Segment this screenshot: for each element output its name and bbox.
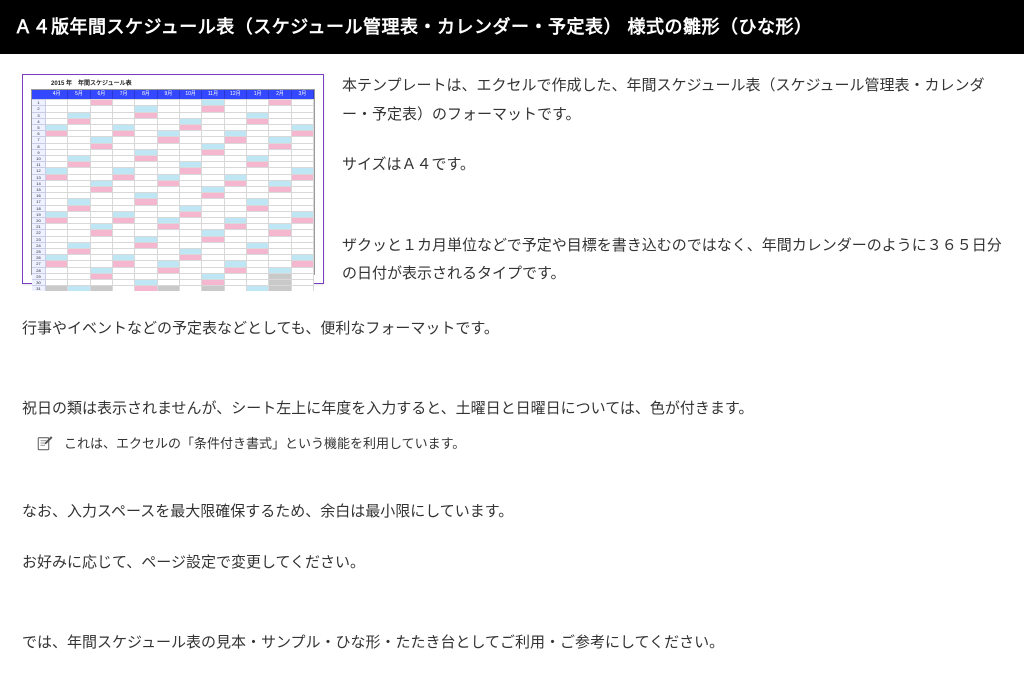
note-icon <box>36 434 54 452</box>
template-thumbnail[interactable]: 2015 年 年間スケジュール表 4月5月6月7月8月9月10月11月12月1月… <box>22 74 324 284</box>
page-title-bar: Ａ４版年間スケジュール表（スケジュール管理表・カレンダー・予定表） 様式の雛形（… <box>0 0 1024 54</box>
page-title: Ａ４版年間スケジュール表（スケジュール管理表・カレンダー・予定表） 様式の雛形（… <box>14 17 812 37</box>
paragraph: 祝日の類は表示されませんが、シート左上に年度を入力すると、土曜日と日曜日について… <box>22 395 1002 424</box>
paragraph: お好みに応じて、ページ設定で変更してください。 <box>22 549 1002 578</box>
paragraph: では、年間スケジュール表の見本・サンプル・ひな形・たたき台としてご利用・ご参考に… <box>22 629 1002 658</box>
thumbnail-calendar-grid: 4月5月6月7月8月9月10月11月12月1月2月3月1234567891011… <box>31 89 315 275</box>
inline-note: これは、エクセルの「条件付き書式」という機能を利用しています。 <box>36 432 1002 457</box>
paragraph: なお、入力スペースを最大限確保するため、余白は最小限にしています。 <box>22 498 1002 527</box>
note-text: これは、エクセルの「条件付き書式」という機能を利用しています。 <box>64 432 465 457</box>
article-body: 2015 年 年間スケジュール表 4月5月6月7月8月9月10月11月12月1月… <box>0 54 1024 688</box>
paragraph: 行事やイベントなどの予定表などとしても、便利なフォーマットです。 <box>22 315 1002 344</box>
